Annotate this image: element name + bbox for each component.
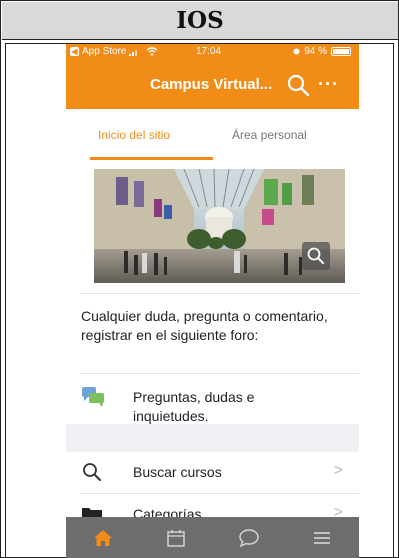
forum-link-label[interactable]: Preguntas, dudas e inquietudes. [133,388,333,426]
search-icon[interactable] [285,72,311,98]
menu-icon [313,532,330,544]
back-arrow-icon[interactable]: ◀ [70,47,79,56]
battery-percent: 94 % [304,46,327,57]
home-icon [93,530,112,546]
search-icon [83,463,101,481]
app-header: ◀ App Store 17:04 94 % Campus Virtual...… [66,44,359,109]
phone-screenshot: ◀ App Store 17:04 94 % Campus Virtual...… [66,44,359,558]
list-item-buscar-cursos[interactable]: Buscar cursos > [66,452,359,492]
chevron-right-icon: > [333,462,343,479]
nav-menu[interactable] [285,517,358,558]
calendar-icon [166,530,185,547]
nav-calendar[interactable] [139,517,212,558]
forum-icon [82,387,104,407]
nav-home[interactable] [66,517,139,558]
tab-inicio-del-sitio[interactable]: Inicio del sitio [98,128,170,142]
more-options-icon[interactable]: ··· [318,74,339,95]
status-bar: ◀ App Store 17:04 94 % [66,44,359,61]
zoom-icon [307,247,324,264]
nav-messages[interactable] [212,517,285,558]
battery-icon [331,47,351,56]
back-app-label[interactable]: App Store [82,46,126,57]
signal-icon [129,49,138,56]
bottom-navigation [66,517,359,558]
list-item-label: Buscar cursos [133,464,222,480]
status-time: 17:04 [196,46,222,57]
forum-link-row[interactable]: Preguntas, dudas e inquietudes. [66,374,359,424]
divider [80,293,359,294]
document-frame: IOS ◀ App Store 17:04 94 % Campus Virtua… [0,0,399,558]
os-heading: IOS [176,7,224,34]
inner-border-left [5,43,6,557]
chat-bubble-icon [238,529,259,548]
intro-text: Cualquier duda, pregunta o comentario, r… [81,308,328,343]
tab-bar: Inicio del sitio Área personal [66,109,359,161]
section-gap [66,424,359,452]
moon-icon [293,48,300,55]
active-tab-indicator [90,157,213,160]
tab-area-personal[interactable]: Área personal [232,128,307,142]
image-zoom-button[interactable] [302,242,330,270]
campus-hero-image[interactable] [94,169,345,283]
wifi-icon [147,47,158,56]
inner-border-right [393,43,394,557]
app-title: Campus Virtual... [150,76,273,93]
table-header: IOS [2,2,398,40]
